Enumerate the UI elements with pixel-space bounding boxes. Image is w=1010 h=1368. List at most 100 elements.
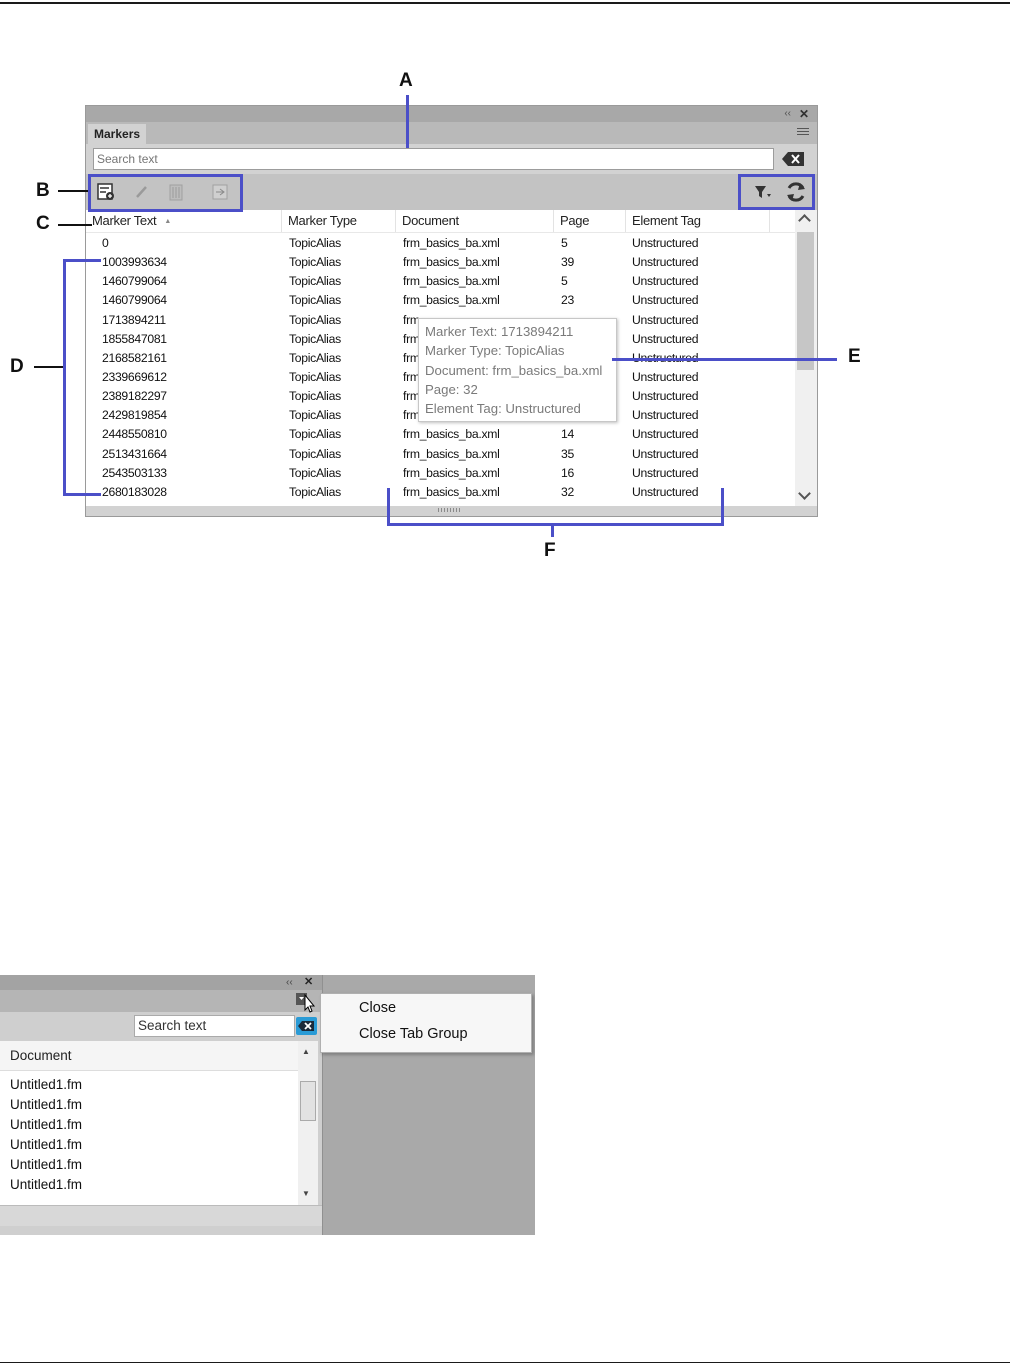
panel-footer xyxy=(0,1205,322,1226)
tab-markers[interactable]: Markers xyxy=(88,124,146,144)
cell-document: frm_basics_ba.xml xyxy=(403,484,500,499)
cell-document: frm_basics_ba.xml xyxy=(403,255,500,270)
cell-element-tag: Unstructured xyxy=(632,236,699,250)
scroll-up-icon[interactable] xyxy=(798,214,811,227)
cell-marker-type: TopicAlias xyxy=(289,484,341,499)
table-row[interactable]: 2680183028 TopicAlias frm_basics_ba.xml 32 U… xyxy=(86,483,795,502)
cell-marker-text: 2543503133 xyxy=(102,465,167,480)
scroll-down-icon[interactable]: ▼ xyxy=(302,1189,310,1198)
tooltip-line: Marker Text: 1713894211 xyxy=(425,324,574,339)
tooltip-line: Marker Type: TopicAlias xyxy=(425,343,565,359)
cell-marker-text: 1713894211 xyxy=(102,312,166,327)
cell-marker-type: TopicAlias xyxy=(289,293,341,308)
cell-marker-text: 2168582161 xyxy=(102,350,167,365)
tooltip-line: Document: frm_basics_ba.xml xyxy=(425,362,603,378)
table-row[interactable]: 1460799064 TopicAlias frm_basics_ba.xml 5 Un… xyxy=(86,272,795,291)
table-row[interactable]: Untitled1.fm xyxy=(10,1157,82,1172)
clear-search-icon[interactable] xyxy=(782,151,806,167)
cell-element-tag: Unstructured xyxy=(632,408,699,423)
cell-marker-text: 2680183028 xyxy=(102,484,167,499)
table-row[interactable]: Untitled1.fm xyxy=(10,1117,82,1132)
column-header-label: Marker Text xyxy=(92,213,157,228)
cell-marker-text: 2513431664 xyxy=(102,446,167,461)
table-row[interactable]: Untitled1.fm xyxy=(10,1137,82,1152)
tab-row xyxy=(0,990,322,1015)
panel-menu-icon[interactable] xyxy=(797,128,809,137)
close-icon[interactable]: ✕ xyxy=(799,106,809,122)
cell-marker-type: TopicAlias xyxy=(289,408,341,423)
callout-box-b xyxy=(88,174,243,212)
collapse-icon[interactable]: ‹‹ xyxy=(286,975,293,990)
callout-line-d xyxy=(34,366,64,368)
cell-marker-text: 2339669612 xyxy=(102,369,167,384)
column-header-document[interactable]: Document xyxy=(0,1041,298,1071)
cell-element-tag: Unstructured xyxy=(632,427,699,442)
clear-search-icon[interactable] xyxy=(296,1017,317,1035)
callout-line-f xyxy=(551,523,554,537)
menu-item-close-tab-group[interactable]: Close Tab Group xyxy=(359,1026,468,1042)
column-header-document[interactable]: Document xyxy=(396,210,554,232)
panel-titlebar: ‹‹ ✕ xyxy=(0,975,322,990)
cell-marker-text: 1460799064 xyxy=(102,293,167,308)
callout-box-filter xyxy=(738,174,815,210)
search-input[interactable] xyxy=(93,148,774,170)
column-header-marker-type[interactable]: Marker Type xyxy=(282,210,396,232)
table-row[interactable]: 2543503133 TopicAlias frm_basics_ba.xml 16 U… xyxy=(86,464,795,483)
column-header-element-tag[interactable]: Element Tag xyxy=(626,210,770,232)
scrollbar-thumb[interactable] xyxy=(797,232,814,370)
panel-context-menu: Close Close Tab Group xyxy=(320,993,532,1053)
callout-line-c xyxy=(58,224,92,226)
scroll-up-icon[interactable]: ▲ xyxy=(302,1047,310,1056)
cell-element-tag: Unstructured xyxy=(632,465,699,480)
scrollbar-thumb[interactable] xyxy=(300,1081,316,1121)
column-header-page[interactable]: Page xyxy=(554,210,626,232)
marker-tooltip: Marker Text: 1713894211 Marker Type: Top… xyxy=(418,318,617,422)
cell-element-tag: Unstructured xyxy=(632,446,699,461)
cell-marker-type: TopicAlias xyxy=(289,389,341,404)
cell-document: frm_basics_ba.xml xyxy=(403,465,500,480)
cell-marker-type: TopicAlias xyxy=(289,465,341,480)
callout-bracket-d-bottom xyxy=(63,493,101,496)
cell-page: 5 xyxy=(561,274,568,289)
menu-item-close[interactable]: Close xyxy=(359,1000,396,1016)
callout-line-e xyxy=(612,358,837,361)
cell-element-tag: Unstructured xyxy=(632,331,699,346)
table-row[interactable]: 2448550810 TopicAlias frm_basics_ba.xml 14 U… xyxy=(86,425,795,444)
close-menu-screenshot: ‹‹ ✕ Search text Document Untitled1.fm U… xyxy=(0,975,535,1235)
cell-marker-type: TopicAlias xyxy=(289,427,341,442)
search-input[interactable]: Search text xyxy=(134,1015,295,1037)
table-row[interactable]: 2513431664 TopicAlias frm_basics_ba.xml 35 U… xyxy=(86,445,795,464)
cell-marker-type: TopicAlias xyxy=(289,446,341,461)
page-top-rule xyxy=(0,2,1010,4)
callout-bracket-f xyxy=(387,523,724,526)
document-table: Document Untitled1.fm Untitled1.fm Untit… xyxy=(0,1041,298,1205)
cell-marker-type: TopicAlias xyxy=(289,331,341,346)
vertical-scrollbar[interactable]: ▲ ▼ xyxy=(298,1041,318,1205)
cell-marker-type: TopicAlias xyxy=(289,350,341,365)
callout-bracket-f-left xyxy=(387,488,390,526)
scroll-down-icon[interactable] xyxy=(798,487,811,500)
cell-document: frm_basics_ba.xml xyxy=(403,236,500,250)
column-header-marker-text[interactable]: Marker Text ▲ xyxy=(86,210,282,232)
cell-document: frm_basics_ba.xml xyxy=(403,446,500,461)
cell-element-tag: Unstructured xyxy=(632,293,699,308)
panel-menu-icon[interactable] xyxy=(296,993,318,1015)
cell-marker-text: 1855847081 xyxy=(102,331,167,346)
callout-bracket-f-right xyxy=(721,488,724,526)
table-row[interactable]: Untitled1.fm xyxy=(10,1077,82,1092)
markers-panel-small: ‹‹ ✕ Search text Document Untitled1.fm U… xyxy=(0,975,323,1235)
table-row[interactable]: 1460799064 TopicAlias frm_basics_ba.xml 23 U… xyxy=(86,291,795,310)
page-bottom-rule xyxy=(0,1362,1010,1363)
close-icon[interactable]: ✕ xyxy=(304,975,313,990)
collapse-icon[interactable]: ‹‹ xyxy=(784,106,791,122)
panel-titlebar: ‹‹ ✕ xyxy=(86,106,817,122)
callout-label-d: D xyxy=(10,356,24,377)
table-row[interactable]: Untitled1.fm xyxy=(10,1097,82,1112)
resize-grip[interactable] xyxy=(438,508,462,512)
tooltip-line: Page: 32 xyxy=(425,381,478,397)
table-header: Marker Text ▲ Marker Type Document Page E… xyxy=(86,210,795,233)
table-row[interactable]: 1003993634 TopicAlias frm_basics_ba.xml 39 U… xyxy=(86,253,795,272)
cell-page: 39 xyxy=(561,255,574,270)
table-row[interactable]: Untitled1.fm xyxy=(10,1177,82,1192)
table-row[interactable]: 0 TopicAlias frm_basics_ba.xml 5 Unstructure… xyxy=(86,234,795,253)
